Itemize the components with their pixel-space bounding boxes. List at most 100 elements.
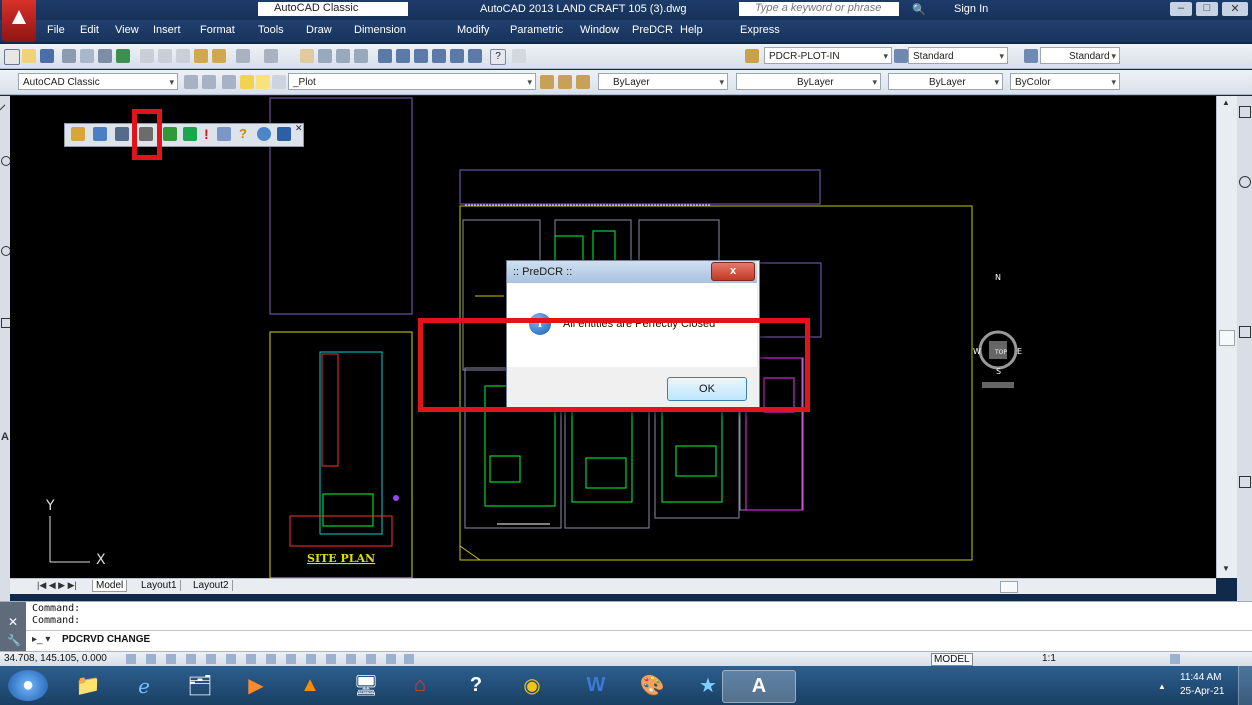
menu-file[interactable]: File: [47, 24, 65, 36]
sheet-set-icon[interactable]: [432, 49, 446, 63]
text-style-manager-icon[interactable]: [894, 49, 908, 63]
color-select[interactable]: ByLayer: [598, 73, 728, 90]
menu-tools[interactable]: Tools: [258, 24, 284, 36]
copy-icon[interactable]: [158, 49, 172, 63]
help-icon[interactable]: ?: [490, 49, 506, 65]
draworder-icon[interactable]: [1239, 476, 1251, 488]
start-button[interactable]: ●: [8, 670, 48, 701]
menu-window[interactable]: Window: [580, 24, 619, 36]
layer-states-icon[interactable]: [576, 75, 590, 89]
rotate-icon[interactable]: [1239, 176, 1251, 188]
zoom-window-icon[interactable]: [336, 49, 350, 63]
quickcalc-icon[interactable]: [468, 49, 482, 63]
open-icon[interactable]: [22, 49, 36, 63]
multiline-text-icon[interactable]: A: [1, 431, 9, 443]
polar-tracking-icon[interactable]: [206, 654, 216, 664]
lineweight-select[interactable]: ByLayer: [888, 73, 1003, 90]
show-desktop-button[interactable]: [1238, 666, 1252, 705]
paste-icon[interactable]: [176, 49, 190, 63]
scroll-down-icon[interactable]: ▼: [1222, 564, 1230, 573]
selection-cycling-icon[interactable]: [386, 654, 396, 664]
properties-icon[interactable]: [378, 49, 392, 63]
menu-express[interactable]: Express: [740, 24, 780, 36]
workspace-settings-icon[interactable]: [184, 75, 198, 89]
erase-icon[interactable]: [1239, 106, 1251, 118]
tab-nav-icon[interactable]: |◀ ◀ ▶ ▶|: [34, 580, 80, 591]
clean-screen-icon[interactable]: [1170, 654, 1180, 664]
transparency-icon[interactable]: [346, 654, 356, 664]
publish-icon[interactable]: [98, 49, 112, 63]
verify-icon[interactable]: [183, 127, 197, 141]
block-editor-icon[interactable]: [212, 49, 226, 63]
annotation-monitor-icon[interactable]: [404, 654, 414, 664]
close-icon[interactable]: ✕: [8, 615, 18, 629]
scroll-up-icon[interactable]: ▲: [1222, 98, 1230, 107]
info-icon[interactable]: [257, 127, 271, 141]
file-explorer-icon[interactable]: 📁: [68, 670, 108, 701]
dim-style-select[interactable]: Standard: [1040, 47, 1120, 64]
plot-preview-icon[interactable]: [80, 49, 94, 63]
make-current-icon[interactable]: [540, 75, 554, 89]
binoculars-icon[interactable]: 🔍: [912, 3, 926, 16]
ducs-icon[interactable]: [286, 654, 296, 664]
text-style-select[interactable]: Standard: [908, 47, 1008, 64]
object-snap-icon[interactable]: [226, 654, 236, 664]
layer-select[interactable]: _Plot: [288, 73, 536, 90]
maximize-button[interactable]: □: [1196, 2, 1218, 16]
menu-dimension[interactable]: Dimension: [354, 24, 406, 36]
tab-model[interactable]: Model: [92, 580, 128, 592]
dialog-close-button[interactable]: x: [711, 262, 755, 281]
horizontal-scroll-thumb[interactable]: [1000, 581, 1018, 593]
menu-edit[interactable]: Edit: [80, 24, 99, 36]
save-icon[interactable]: [40, 49, 54, 63]
menu-help[interactable]: Help: [680, 24, 703, 36]
toolbar-close-icon[interactable]: ✕: [295, 123, 303, 134]
plot-color-select[interactable]: ByColor: [1010, 73, 1120, 90]
markup-icon[interactable]: [450, 49, 464, 63]
predcr-tool-icon[interactable]: [71, 127, 85, 141]
hint-icon[interactable]: ?: [239, 126, 247, 141]
linetype-select[interactable]: ByLayer: [736, 73, 881, 90]
help-search-input[interactable]: Type a keyword or phrase: [739, 2, 899, 16]
tab-layout2[interactable]: Layout2: [190, 580, 233, 591]
grid-display-icon[interactable]: [166, 654, 176, 664]
new-icon[interactable]: [4, 49, 20, 65]
menu-format[interactable]: Format: [200, 24, 235, 36]
match-properties-icon[interactable]: [194, 49, 208, 63]
tab-layout1[interactable]: Layout1: [138, 580, 181, 591]
infer-constraints-icon[interactable]: [126, 654, 136, 664]
menu-modify[interactable]: Modify: [457, 24, 489, 36]
clock-date[interactable]: 25-Apr-21: [1180, 686, 1224, 697]
check-icon[interactable]: [163, 127, 177, 141]
workspace-switcher[interactable]: AutoCAD Classic: [258, 2, 408, 16]
dynamic-input-icon[interactable]: [306, 654, 316, 664]
menu-insert[interactable]: Insert: [153, 24, 181, 36]
wcs-menu[interactable]: [982, 382, 1014, 388]
workspace-select[interactable]: AutoCAD Classic: [18, 73, 178, 90]
error-icon[interactable]: !: [204, 126, 209, 142]
media-player-icon[interactable]: ▶: [236, 670, 276, 701]
minimize-button[interactable]: –: [1170, 2, 1192, 16]
annotation-scale[interactable]: 1:1: [1042, 653, 1056, 664]
redo-icon[interactable]: [264, 49, 278, 63]
sign-in-button[interactable]: Sign In: [954, 3, 988, 15]
quick-properties-icon[interactable]: [366, 654, 376, 664]
model-space-toggle[interactable]: MODEL: [931, 653, 973, 666]
help-tool-icon[interactable]: [277, 127, 291, 141]
clock-time[interactable]: 11:44 AM: [1180, 672, 1222, 683]
internet-explorer-icon[interactable]: e: [124, 670, 164, 701]
acrobat-icon[interactable]: ⌂: [400, 670, 440, 701]
word-icon[interactable]: W: [576, 670, 616, 701]
vlc-icon[interactable]: ▲: [290, 670, 330, 701]
object-tracking-icon[interactable]: [266, 654, 276, 664]
close-button[interactable]: ✕: [1222, 2, 1248, 16]
show-hidden-icons-icon[interactable]: ▲: [1158, 682, 1166, 691]
3d-osnap-icon[interactable]: [246, 654, 256, 664]
undo-icon[interactable]: [236, 49, 250, 63]
coordinates-readout[interactable]: 34.708, 145.105, 0.000: [4, 653, 107, 664]
layer-manager-icon[interactable]: [222, 75, 236, 89]
zoom-previous-icon[interactable]: [354, 49, 368, 63]
text-style-icon[interactable]: [512, 49, 526, 63]
layer-previous-icon[interactable]: [558, 75, 572, 89]
layer-properties-icon[interactable]: [202, 75, 216, 89]
